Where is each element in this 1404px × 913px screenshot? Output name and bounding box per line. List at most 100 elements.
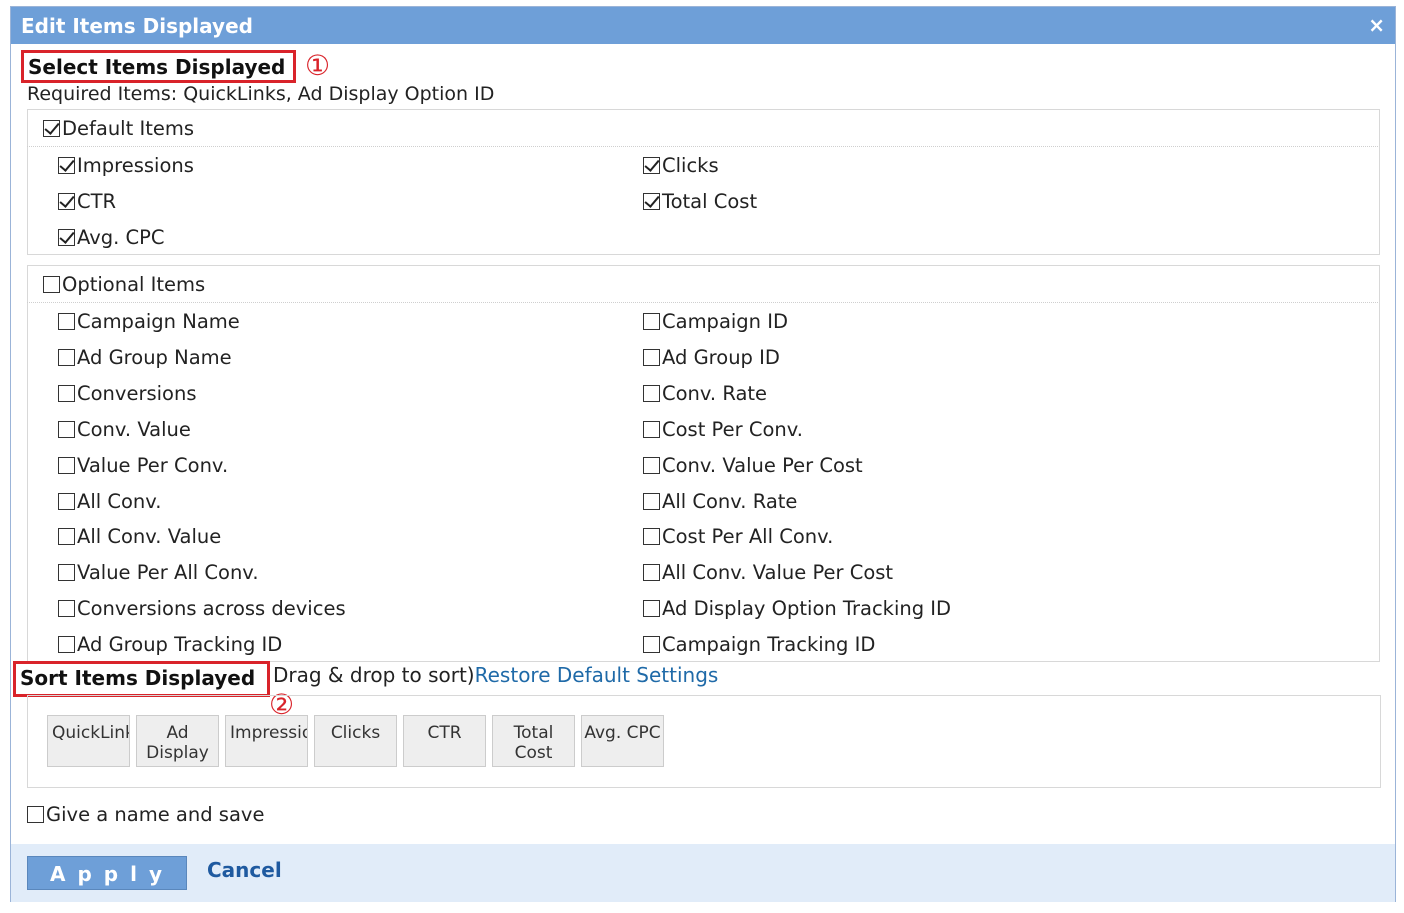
checkbox-unchecked-icon[interactable]: [643, 384, 660, 402]
item-checkbox[interactable]: Ad Group ID: [643, 346, 780, 369]
item-label: Ad Group ID: [662, 345, 780, 369]
checkbox-unchecked-icon[interactable]: [58, 456, 75, 474]
apply-button[interactable]: Apply: [27, 856, 187, 890]
sort-chip[interactable]: QuickLinks: [47, 715, 130, 767]
default-items-checkbox[interactable]: Default Items: [43, 117, 194, 140]
marker-1: ①: [305, 49, 331, 82]
checkbox-unchecked-icon[interactable]: [643, 348, 660, 366]
checkbox-unchecked-icon[interactable]: [643, 420, 660, 438]
item-checkbox[interactable]: Conversions across devices: [58, 597, 346, 620]
optional-items-label: Optional Items: [62, 273, 206, 296]
checkbox-unchecked-icon[interactable]: [27, 806, 44, 823]
item-label: Total Cost: [662, 190, 758, 213]
item-label: All Conv. Value: [77, 525, 222, 549]
item-label: Conversions across devices: [77, 597, 346, 621]
item-label: All Conv. Rate: [662, 489, 798, 513]
checkbox-unchecked-icon[interactable]: [58, 313, 75, 330]
item-label: Impressions: [77, 154, 194, 177]
checkbox-unchecked-icon[interactable]: [643, 564, 660, 582]
checkbox-unchecked-icon[interactable]: [643, 456, 660, 474]
checkbox-unchecked-icon[interactable]: [643, 528, 660, 546]
item-checkbox[interactable]: Conv. Value: [58, 418, 191, 441]
item-checkbox[interactable]: All Conv. Value Per Cost: [643, 561, 893, 584]
checkbox-unchecked-icon[interactable]: [58, 420, 75, 438]
sort-chip[interactable]: Ad Display: [136, 715, 219, 767]
checkbox-unchecked-icon[interactable]: [58, 636, 75, 654]
item-checkbox[interactable]: Conv. Rate: [643, 382, 767, 405]
item-checkbox[interactable]: All Conv. Rate: [643, 490, 797, 513]
item-checkbox[interactable]: Conversions: [58, 382, 197, 405]
required-items-text: Required Items: QuickLinks, Ad Display O…: [27, 83, 495, 105]
sort-hint-row: Drag & drop to sort)Restore Default Sett…: [273, 663, 718, 687]
close-icon[interactable]: ×: [1368, 13, 1385, 37]
sort-chip[interactable]: CTR: [403, 715, 486, 767]
save-name-label: Give a name and save: [46, 803, 265, 826]
item-label: Campaign ID: [662, 310, 789, 333]
checkbox-unchecked-icon[interactable]: [43, 276, 60, 293]
dialog-title: Edit Items Displayed: [21, 14, 253, 38]
restore-default-link[interactable]: Restore Default Settings: [475, 663, 719, 687]
checkbox-unchecked-icon[interactable]: [643, 492, 660, 510]
sort-chip[interactable]: Impressions: [225, 715, 308, 767]
item-checkbox[interactable]: Campaign ID: [643, 310, 788, 333]
item-label: Ad Group Tracking ID: [77, 633, 283, 657]
checkbox-unchecked-icon[interactable]: [58, 528, 75, 546]
item-checkbox[interactable]: Value Per Conv.: [58, 454, 228, 477]
item-label: CTR: [77, 190, 117, 213]
checkbox-unchecked-icon[interactable]: [58, 564, 75, 582]
checkbox-unchecked-icon[interactable]: [58, 600, 75, 618]
checkbox-unchecked-icon[interactable]: [58, 492, 75, 510]
item-label: All Conv.: [77, 489, 162, 513]
item-label: Campaign Name: [77, 310, 240, 333]
item-checkbox[interactable]: Campaign Tracking ID: [643, 633, 875, 656]
checkbox-unchecked-icon[interactable]: [58, 384, 75, 402]
item-label: Conv. Rate: [662, 381, 768, 405]
checkbox-unchecked-icon[interactable]: [643, 636, 660, 654]
checkbox-checked-icon[interactable]: [58, 157, 75, 174]
checkbox-checked-icon[interactable]: [58, 229, 75, 246]
item-label: Conv. Value: [77, 417, 191, 441]
item-label: Value Per Conv.: [77, 453, 229, 477]
checkbox-checked-icon[interactable]: [58, 193, 75, 210]
item-label: Conversions: [77, 381, 197, 405]
checkbox-unchecked-icon[interactable]: [643, 313, 660, 330]
sort-hint: Drag & drop to sort): [273, 663, 475, 687]
item-checkbox[interactable]: Avg. CPC: [58, 226, 165, 249]
item-checkbox[interactable]: CTR: [58, 190, 116, 213]
item-checkbox[interactable]: Value Per All Conv.: [58, 561, 259, 584]
item-label: All Conv. Value Per Cost: [662, 561, 894, 585]
item-checkbox[interactable]: Ad Group Name: [58, 346, 232, 369]
item-checkbox[interactable]: All Conv. Value: [58, 525, 221, 548]
checkbox-checked-icon[interactable]: [43, 120, 60, 137]
item-checkbox[interactable]: Impressions: [58, 154, 194, 177]
item-checkbox[interactable]: Campaign Name: [58, 310, 240, 333]
item-checkbox[interactable]: Cost Per All Conv.: [643, 525, 833, 548]
checkbox-unchecked-icon[interactable]: [643, 600, 660, 618]
select-items-heading: Select Items Displayed: [21, 50, 296, 83]
checkbox-unchecked-icon[interactable]: [58, 348, 75, 366]
optional-items-checkbox[interactable]: Optional Items: [43, 273, 205, 296]
item-label: Cost Per All Conv.: [662, 525, 834, 549]
optional-items-header: [27, 266, 1378, 303]
item-checkbox[interactable]: Cost Per Conv.: [643, 418, 803, 441]
item-checkbox[interactable]: Ad Group Tracking ID: [58, 633, 282, 656]
sort-chip[interactable]: Clicks: [314, 715, 397, 767]
sort-chip[interactable]: Total Cost: [492, 715, 575, 767]
item-checkbox[interactable]: All Conv.: [58, 490, 162, 513]
dialog-footer: Apply Cancel: [11, 844, 1395, 902]
checkbox-checked-icon[interactable]: [643, 157, 660, 174]
cancel-button[interactable]: Cancel: [207, 858, 282, 882]
default-items-header: [27, 110, 1378, 147]
item-label: Campaign Tracking ID: [662, 633, 876, 657]
sort-items-heading: Sort Items Displayed: [13, 661, 270, 697]
item-checkbox[interactable]: Clicks: [643, 154, 719, 177]
item-checkbox[interactable]: Conv. Value Per Cost: [643, 454, 863, 477]
checkbox-checked-icon[interactable]: [643, 193, 660, 210]
sort-chip[interactable]: Avg. CPC: [581, 715, 664, 767]
item-checkbox[interactable]: Ad Display Option Tracking ID: [643, 597, 951, 620]
sort-chip-area: QuickLinksAd DisplayImpressionsClicksCTR…: [27, 695, 1381, 788]
save-name-checkbox[interactable]: Give a name and save: [27, 803, 264, 826]
item-label: Ad Group Name: [77, 345, 232, 369]
item-checkbox[interactable]: Total Cost: [643, 190, 757, 213]
item-label: Clicks: [662, 154, 719, 177]
